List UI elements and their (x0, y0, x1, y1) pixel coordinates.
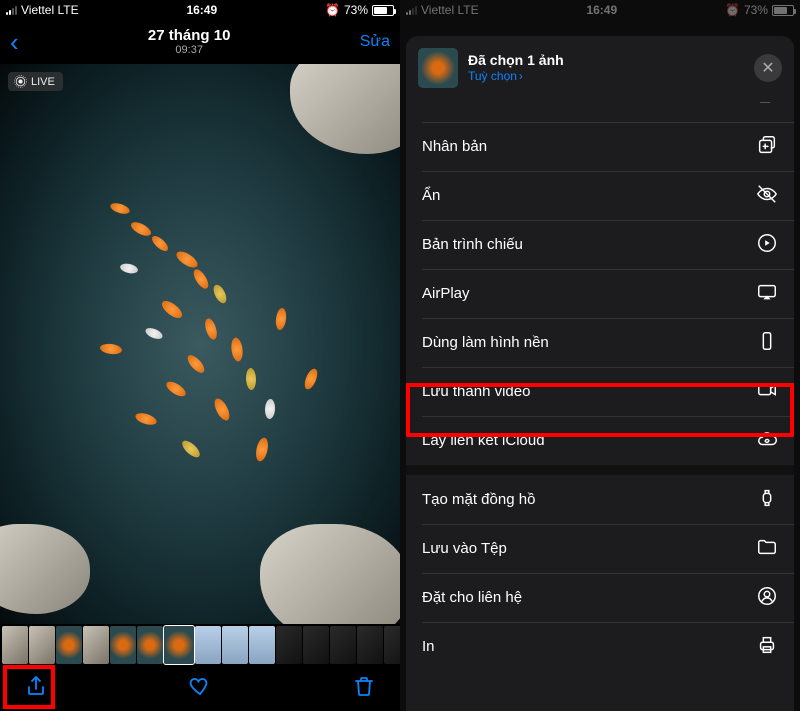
delete-button[interactable] (352, 674, 376, 703)
photos-detail-screen: Viettel LTE 16:49 ⏰ 73% ‹ 27 tháng 10 09… (0, 0, 400, 711)
favorite-button[interactable] (188, 674, 212, 703)
thumb[interactable] (330, 626, 356, 664)
live-label: LIVE (31, 76, 55, 88)
action-icloud-link[interactable]: Lấy liên kết iCloud (406, 416, 794, 465)
battery-icon (372, 5, 394, 16)
thumb[interactable] (137, 626, 163, 664)
thumb[interactable] (2, 626, 28, 664)
action-label: Lưu thành video (422, 383, 530, 400)
photo-preview[interactable]: LIVE (0, 64, 400, 624)
action-wallpaper[interactable]: Dùng làm hình nền (406, 318, 794, 367)
close-button[interactable]: ✕ (754, 54, 782, 82)
clock: 16:49 (186, 3, 217, 17)
nav-title: 27 tháng 10 (148, 27, 231, 44)
thumbnail-scrubber[interactable] (0, 624, 400, 666)
bottom-toolbar (0, 666, 400, 711)
action-save-as-video[interactable]: Lưu thành video (406, 367, 794, 416)
action-label: Bản trình chiếu (422, 236, 523, 253)
action-hide[interactable]: Ẩn (406, 171, 794, 220)
battery-percent: 73% (344, 3, 368, 17)
selection-count: Đã chọn 1 ảnh (468, 52, 744, 69)
action-label: Nhân bản (422, 138, 487, 155)
thumb[interactable] (384, 626, 400, 664)
thumb[interactable] (357, 626, 383, 664)
action-label: Lấy liên kết iCloud (422, 432, 545, 449)
action-label: Tạo mặt đồng hồ (422, 491, 535, 508)
action-label: Dùng làm hình nền (422, 334, 549, 351)
alarm-icon: ⏰ (325, 3, 340, 17)
edit-button[interactable]: Sửa (360, 33, 390, 51)
live-badge: LIVE (8, 72, 63, 91)
action-duplicate[interactable]: Nhân bản (406, 122, 794, 171)
carrier-label: Viettel LTE (21, 3, 79, 17)
thumb[interactable] (249, 626, 275, 664)
action-airplay[interactable]: AirPlay (406, 269, 794, 318)
share-sheet: Đã chọn 1 ảnh Tuỳ chọn › ✕ Nhân bản (406, 36, 794, 711)
options-button[interactable]: Tuỳ chọn › (468, 69, 744, 83)
thumb[interactable] (276, 626, 302, 664)
thumb[interactable] (56, 626, 82, 664)
action-label: In (422, 638, 435, 655)
chevron-right-icon: › (519, 69, 523, 83)
live-icon (14, 75, 27, 88)
share-sheet-screen: Viettel LTE 16:49 ⏰ 73% Đã chọn 1 ảnh Tu… (400, 0, 800, 711)
play-circle-icon (756, 232, 778, 258)
thumb[interactable] (195, 626, 221, 664)
actions-list: Nhân bản Ẩn Bản trình chiếu AirPlay (406, 102, 794, 671)
print-icon (756, 634, 778, 660)
contact-icon (756, 585, 778, 611)
selected-photo-thumb (418, 48, 458, 88)
thumb-current[interactable] (164, 626, 194, 664)
action-watch-face[interactable]: Tạo mặt đồng hồ (406, 475, 794, 524)
action-assign-contact[interactable]: Đặt cho liên hệ (406, 573, 794, 622)
back-button[interactable]: ‹ (10, 27, 19, 58)
thumb[interactable] (110, 626, 136, 664)
share-icon (24, 674, 48, 698)
thumb[interactable] (303, 626, 329, 664)
album-icon (756, 102, 778, 111)
nav-subtitle: 09:37 (148, 44, 231, 57)
status-bar: Viettel LTE 16:49 ⏰ 73% (0, 0, 400, 20)
action-slideshow[interactable]: Bản trình chiếu (406, 220, 794, 269)
trash-icon (352, 674, 376, 698)
action-save-to-files[interactable]: Lưu vào Tệp (406, 524, 794, 573)
thumb[interactable] (29, 626, 55, 664)
thumb[interactable] (83, 626, 109, 664)
action-print[interactable]: In (406, 622, 794, 671)
hide-icon (756, 183, 778, 209)
sheet-header: Đã chọn 1 ảnh Tuỳ chọn › ✕ (406, 36, 794, 98)
action-label: Ẩn (422, 187, 440, 204)
options-label: Tuỳ chọn (468, 69, 517, 83)
duplicate-icon (756, 134, 778, 160)
phone-icon (756, 330, 778, 356)
airplay-icon (756, 281, 778, 307)
thumb[interactable] (222, 626, 248, 664)
watch-icon (756, 487, 778, 513)
signal-icon (6, 5, 17, 15)
video-icon (756, 379, 778, 405)
folder-icon (756, 536, 778, 562)
action-label: Đặt cho liên hệ (422, 589, 522, 606)
nav-bar: ‹ 27 tháng 10 09:37 Sửa (0, 20, 400, 64)
action-label: AirPlay (422, 285, 470, 302)
share-button[interactable] (24, 674, 48, 703)
cloud-link-icon (756, 428, 778, 454)
action-label: Lưu vào Tệp (422, 540, 507, 557)
heart-icon (188, 674, 212, 698)
action-row-partial[interactable] (406, 102, 794, 122)
